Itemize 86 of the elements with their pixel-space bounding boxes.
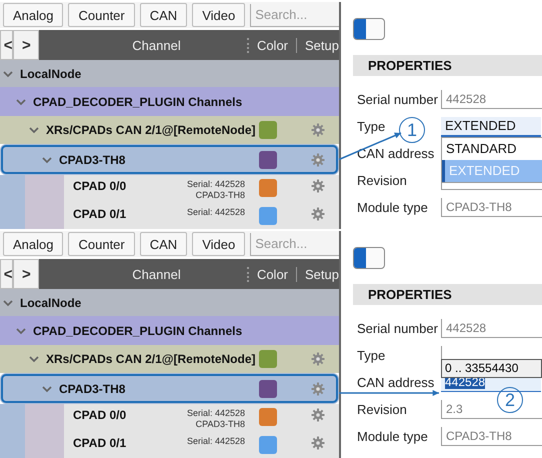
channel-name: CPAD 0/0 [73,179,126,193]
column-header[interactable]: Setup [305,38,339,52]
gear-icon[interactable] [311,152,325,166]
tree-row[interactable]: LocalNode [0,289,339,316]
column-header[interactable]: Setup [305,266,339,282]
field-label: Revision [357,402,407,417]
next-button[interactable]: > [13,30,40,60]
serial-label: Serial: 442528 [186,179,245,190]
color-swatch[interactable] [259,207,277,225]
channel-name: XRs/CPADs CAN 2/1@[RemoteNode] [46,123,256,137]
field-label: Type [357,348,386,363]
filter-button[interactable]: Counter [68,232,135,256]
column-header[interactable]: Color [256,38,298,52]
previous-button[interactable]: < [0,259,14,289]
field-label: Module type [357,429,428,444]
gear-icon[interactable] [311,382,325,396]
value-field: CPAD3-TH8 [441,427,542,446]
field-label: Serial number [357,92,438,107]
serial-label: Serial: 442528 [186,408,245,419]
toggle-switch[interactable] [353,247,385,269]
filter-button[interactable]: Analog [3,3,64,27]
field-label: Type [357,119,386,134]
gear-icon[interactable] [311,408,325,422]
color-swatch[interactable] [259,436,277,454]
channel-name: CPAD_DECODER_PLUGIN Channels [33,94,242,108]
channel-name: LocalNode [20,66,82,80]
color-swatch[interactable] [259,150,277,168]
field-label: Serial number [357,321,438,336]
value-field: 442528 [441,319,542,338]
tree-row[interactable]: CPAD_DECODER_PLUGIN Channels [0,316,339,345]
tree-row[interactable]: CPAD 0/1 Serial: 442528 [0,432,339,458]
serial-label: Serial: 442528 [186,207,245,218]
tree-row[interactable]: CPAD 0/0 Serial: 442528 CPAD3-TH8 [0,175,339,203]
search-field[interactable]: Search... [250,232,339,256]
column-header[interactable]: Color [256,266,298,282]
tree-row[interactable]: CPAD 0/0 Serial: 442528 CPAD3-TH8 [0,404,339,432]
color-swatch[interactable] [259,408,277,426]
channel-name: CPAD 0/1 [73,436,126,450]
filter-button[interactable]: CAN [140,3,188,27]
tree-row[interactable]: CPAD 0/1 Serial: 442528 [0,203,339,229]
tree-row[interactable]: CPAD3-TH8 [0,144,339,175]
value-field: 442528 [441,90,542,109]
channel-name: LocalNode [20,296,82,310]
tree-row[interactable]: XRs/CPADs CAN 2/1@[RemoteNode] [0,116,339,144]
channel-name: CPAD3-TH8 [59,152,126,166]
module-label: CPAD3-TH8 [196,190,245,201]
gear-icon[interactable] [311,207,325,221]
range-tooltip: 0 .. 33554430 [441,359,542,378]
previous-button[interactable]: < [0,30,14,60]
gear-icon[interactable] [311,436,325,450]
next-button[interactable]: > [13,259,40,289]
column-header[interactable]: Channel [132,38,249,52]
field-label: Revision [357,173,407,188]
tree-row[interactable]: CPAD3-TH8 [0,373,339,404]
gear-icon[interactable] [311,123,325,137]
tree-row[interactable]: LocalNode [0,60,339,87]
module-label: CPAD3-TH8 [196,419,245,430]
dropdown-option[interactable]: STANDARD [442,138,542,160]
search-field[interactable]: Search... [250,4,339,26]
color-swatch[interactable] [259,121,277,139]
color-swatch[interactable] [259,179,277,197]
channel-name: CPAD3-TH8 [59,382,126,396]
type-dropdown[interactable]: EXTENDED [441,116,541,136]
column-header[interactable]: Channel [132,266,249,282]
tree-row[interactable]: CPAD_DECODER_PLUGIN Channels [0,87,339,116]
toggle-switch[interactable] [353,18,385,40]
color-swatch[interactable] [259,350,277,368]
filter-button[interactable]: Video [192,3,246,27]
filter-button[interactable]: CAN [140,232,188,256]
channel-name: CPAD 0/1 [73,207,126,221]
color-swatch[interactable] [259,380,277,398]
field-label: Module type [357,200,428,215]
gear-icon[interactable] [311,179,325,193]
tree-row[interactable]: XRs/CPADs CAN 2/1@[RemoteNode] [0,345,339,373]
gear-icon[interactable] [311,352,325,366]
section-title: PROPERTIES [353,284,542,305]
field-label: CAN address [357,375,434,390]
section-title: PROPERTIES [353,55,542,76]
filter-button[interactable]: Counter [68,3,135,27]
serial-label: Serial: 442528 [186,436,245,447]
filter-button[interactable]: Analog [3,232,64,256]
channel-name: XRs/CPADs CAN 2/1@[RemoteNode] [46,352,256,366]
value-field: CPAD3-TH8 [441,198,542,217]
channel-name: CPAD_DECODER_PLUGIN Channels [33,324,242,338]
filter-button[interactable]: Video [192,232,246,256]
channel-name: CPAD 0/0 [73,408,126,422]
